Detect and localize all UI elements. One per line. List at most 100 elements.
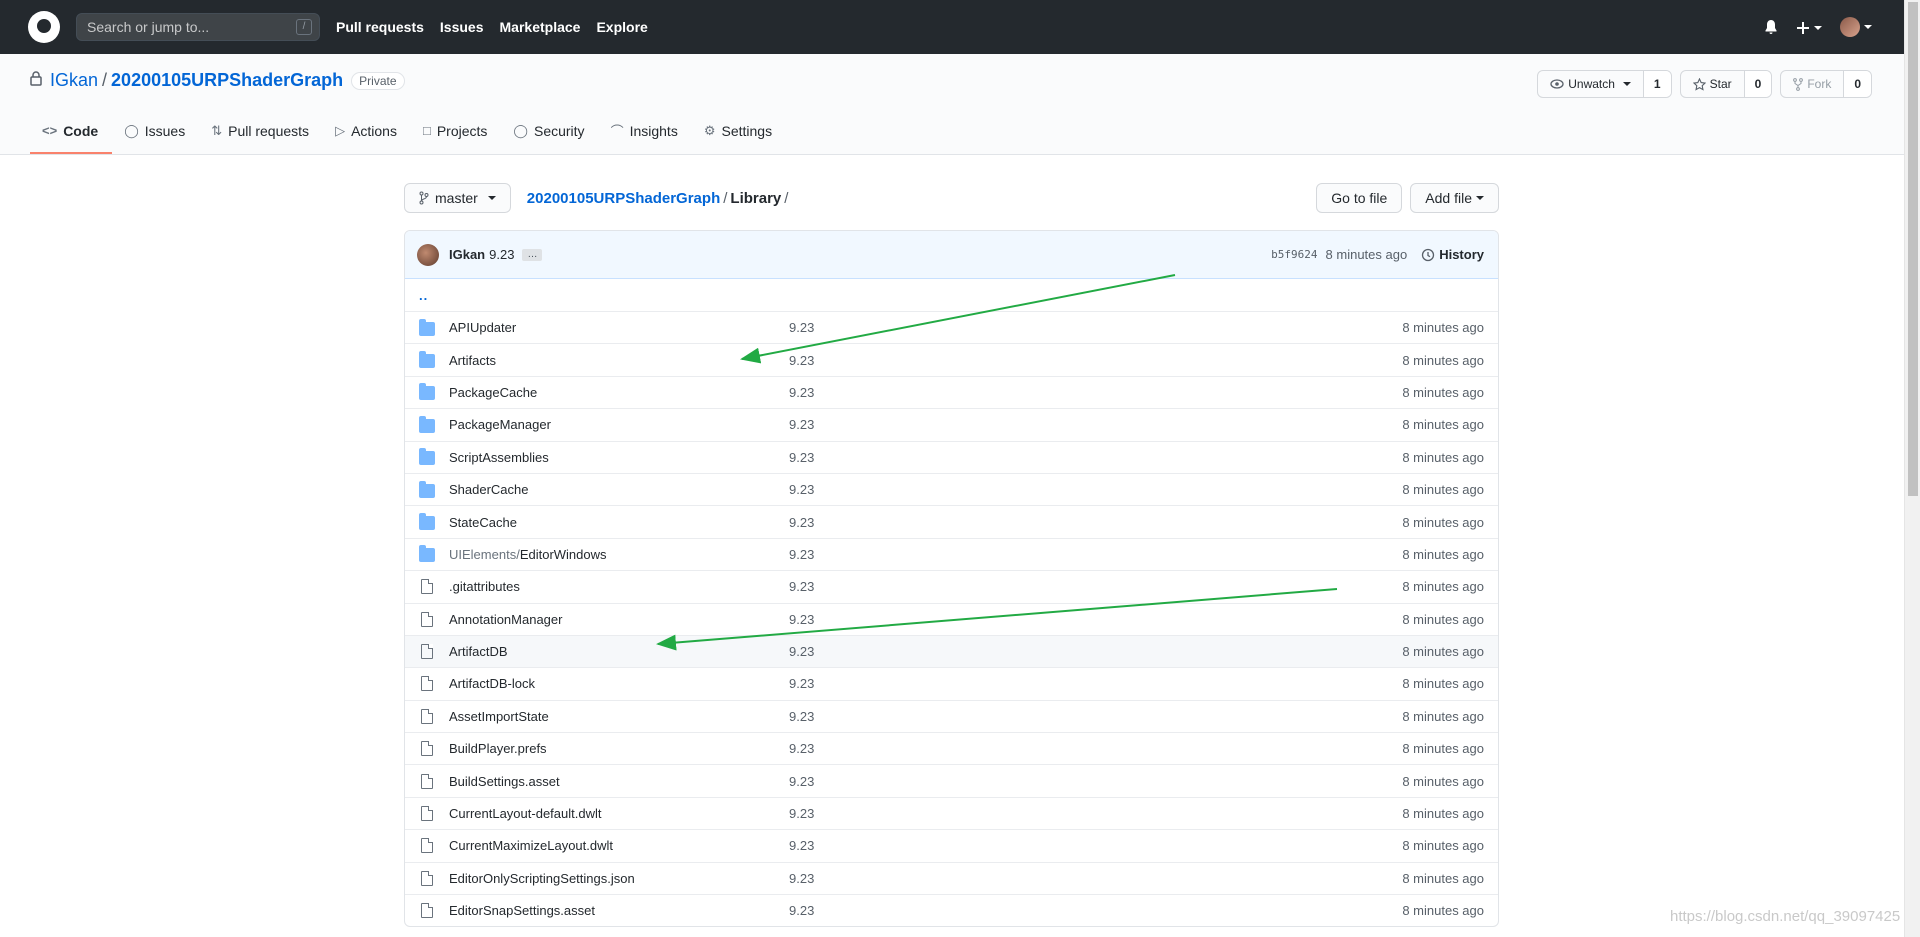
file-row[interactable]: EditorOnlyScriptingSettings.json 9.23 8 mi…: [405, 861, 1498, 894]
directory-name-link[interactable]: ScriptAssemblies: [449, 450, 789, 465]
file-name-link[interactable]: AssetImportState: [449, 709, 789, 724]
directory-name-link[interactable]: StateCache: [449, 515, 789, 530]
tab-projects[interactable]: □ Projects: [411, 111, 501, 154]
directory-row[interactable]: UIElements/EditorWindows 9.23 8 minutes ag…: [405, 537, 1498, 570]
commit-message-link[interactable]: 9.23: [789, 385, 1402, 400]
directory-row[interactable]: Artifacts 9.23 8 minutes ago: [405, 343, 1498, 375]
directory-row[interactable]: ShaderCache 9.23 8 minutes ago: [405, 472, 1498, 505]
file-row[interactable]: AssetImportState 9.23 8 minutes ago: [405, 699, 1498, 732]
file-name-link[interactable]: EditorSnapSettings.asset: [449, 903, 789, 918]
file-name-link[interactable]: BuildSettings.asset: [449, 774, 789, 789]
commit-message-link[interactable]: 9.23: [789, 806, 1402, 821]
directory-row[interactable]: PackageCache 9.23 8 minutes ago: [405, 375, 1498, 408]
directory-name-link[interactable]: ShaderCache: [449, 482, 789, 497]
repo-owner-link[interactable]: IGkan: [50, 70, 98, 91]
commit-message-link[interactable]: 9.23: [789, 547, 1402, 562]
nav-marketplace[interactable]: Marketplace: [500, 19, 581, 35]
commit-message-link[interactable]: 9.23: [789, 741, 1402, 756]
directory-row[interactable]: StateCache 9.23 8 minutes ago: [405, 505, 1498, 537]
commit-message-link[interactable]: 9.23: [789, 871, 1402, 886]
file-name-link[interactable]: ArtifactDB: [449, 644, 789, 659]
commit-message-link[interactable]: 9.23: [789, 450, 1402, 465]
commit-message-link[interactable]: 9.23: [789, 353, 1402, 368]
commit-message-link[interactable]: 9.23: [789, 612, 1402, 627]
tab-insights[interactable]: ⌒ Insights: [599, 111, 692, 154]
commit-message-link[interactable]: 9.23: [789, 903, 1402, 918]
directory-row[interactable]: APIUpdater 9.23 8 minutes ago: [405, 311, 1498, 343]
commit-message-link[interactable]: 9.23: [789, 676, 1402, 691]
directory-name-link[interactable]: PackageCache: [449, 385, 789, 400]
commit-age: 8 minutes ago: [1402, 903, 1484, 919]
breadcrumb-repo-link[interactable]: 20200105URPShaderGraph: [527, 190, 720, 207]
entry-name: ScriptAssemblies: [449, 449, 549, 465]
file-row[interactable]: .gitattributes 9.23 8 minutes ago: [405, 570, 1498, 602]
watch-count[interactable]: 1: [1643, 71, 1671, 97]
user-menu[interactable]: [1840, 17, 1872, 37]
tab-security[interactable]: ◯ Security: [501, 111, 598, 154]
fork-button[interactable]: Fork: [1781, 71, 1845, 97]
parent-directory-link[interactable]: ..: [419, 288, 428, 303]
star-count[interactable]: 0: [1744, 71, 1772, 97]
go-to-file-button[interactable]: Go to file: [1316, 183, 1403, 213]
file-name-link[interactable]: .gitattributes: [449, 579, 789, 594]
file-name-link[interactable]: CurrentLayout-default.dwlt: [449, 806, 789, 821]
branch-selector[interactable]: master: [404, 183, 511, 213]
commit-message[interactable]: 9.23: [489, 247, 514, 262]
repo-name-link[interactable]: 20200105URPShaderGraph: [111, 70, 343, 91]
unwatch-button[interactable]: Unwatch: [1538, 71, 1644, 97]
tab-issues[interactable]: ◯ Issues: [112, 111, 199, 154]
notification-bell-icon[interactable]: [1764, 19, 1778, 35]
commit-sha[interactable]: b5f9624: [1271, 248, 1317, 261]
scrollbar-thumb[interactable]: [1908, 2, 1918, 496]
file-row[interactable]: BuildSettings.asset 9.23 8 minutes ago: [405, 764, 1498, 796]
fork-count[interactable]: 0: [1844, 71, 1871, 97]
commit-author-avatar[interactable]: [417, 243, 439, 266]
commit-expand-button[interactable]: …: [522, 248, 543, 261]
commit-message-link[interactable]: 9.23: [789, 417, 1402, 432]
nav-pull-requests[interactable]: Pull requests: [336, 19, 424, 35]
file-name-link[interactable]: AnnotationManager: [449, 612, 789, 627]
page-scrollbar[interactable]: [1904, 0, 1920, 937]
add-file-button[interactable]: Add file: [1410, 183, 1499, 213]
commit-message-link[interactable]: 9.23: [789, 515, 1402, 530]
file-icon: [421, 806, 433, 822]
file-name-link[interactable]: EditorOnlyScriptingSettings.json: [449, 871, 789, 886]
tab-settings[interactable]: ⚙ Settings: [692, 111, 786, 154]
commit-message-link[interactable]: 9.23: [789, 709, 1402, 724]
commit-message-link[interactable]: 9.23: [789, 774, 1402, 789]
commit-message-link[interactable]: 9.23: [789, 482, 1402, 497]
search-input[interactable]: Search or jump to... /: [76, 13, 320, 41]
directory-name-link[interactable]: APIUpdater: [449, 320, 789, 335]
tab-actions[interactable]: ▷ Actions: [323, 111, 411, 154]
commit-author[interactable]: IGkan: [449, 247, 485, 262]
file-row[interactable]: ArtifactDB-lock 9.23 8 minutes ago: [405, 667, 1498, 699]
file-row[interactable]: ArtifactDB 9.23 8 minutes ago: [405, 634, 1498, 668]
file-name-link[interactable]: BuildPlayer.prefs: [449, 741, 789, 756]
file-row[interactable]: BuildPlayer.prefs 9.23 8 minutes ago: [405, 732, 1498, 764]
directory-row[interactable]: ScriptAssemblies 9.23 8 minutes ago: [405, 440, 1498, 473]
nav-explore[interactable]: Explore: [596, 19, 647, 35]
github-logo-icon[interactable]: [28, 11, 60, 43]
star-button[interactable]: Star: [1681, 71, 1745, 97]
commit-message-link[interactable]: 9.23: [789, 320, 1402, 335]
commit-message-link[interactable]: 9.23: [789, 644, 1402, 659]
file-name-link[interactable]: CurrentMaximizeLayout.dwlt: [449, 838, 789, 853]
nav-issues[interactable]: Issues: [440, 19, 484, 35]
directory-name-link[interactable]: UIElements/EditorWindows: [449, 547, 789, 562]
file-row[interactable]: AnnotationManager 9.23 8 minutes ago: [405, 602, 1498, 635]
tab-pull-requests[interactable]: ⇅ Pull requests: [199, 111, 323, 154]
commit-message-link[interactable]: 9.23: [789, 838, 1402, 853]
tab-code[interactable]: <> Code: [30, 111, 113, 154]
file-row[interactable]: CurrentMaximizeLayout.dwlt 9.23 8 minutes …: [405, 829, 1498, 861]
directory-name-link[interactable]: Artifacts: [449, 353, 789, 368]
file-row[interactable]: EditorSnapSettings.asset 9.23 8 minutes ag…: [405, 894, 1498, 926]
file-name-link[interactable]: ArtifactDB-lock: [449, 676, 789, 691]
parent-directory-row[interactable]: ..: [405, 279, 1498, 311]
commit-message-link[interactable]: 9.23: [789, 579, 1402, 594]
file-row[interactable]: CurrentLayout-default.dwlt 9.23 8 minutes …: [405, 796, 1498, 829]
history-link[interactable]: History: [1421, 247, 1484, 262]
create-new-plus-icon[interactable]: [1796, 19, 1822, 35]
directory-row[interactable]: PackageManager 9.23 8 minutes ago: [405, 408, 1498, 440]
commit-age: 8 minutes ago: [1402, 320, 1484, 336]
directory-name-link[interactable]: PackageManager: [449, 417, 789, 432]
